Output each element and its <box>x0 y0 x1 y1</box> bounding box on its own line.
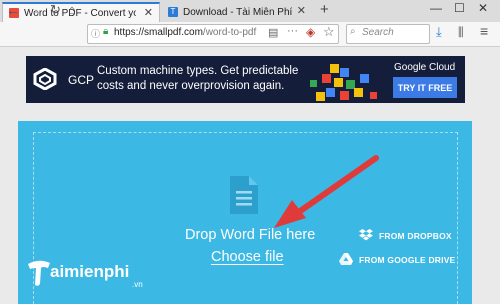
tab-word-to-pdf[interactable]: Word to PDF - Convert your DOC ✕ <box>2 2 160 22</box>
red-arrow-icon <box>274 155 379 228</box>
watermark-suffix: .vn <box>132 280 143 289</box>
watermark-text: aimienphi <box>50 262 130 281</box>
tab-close-icon[interactable]: ✕ <box>144 6 153 19</box>
tab-close-icon[interactable]: ✕ <box>297 4 306 17</box>
reader-view-icon[interactable]: ▤ <box>268 26 278 39</box>
ad-sponsor: Google Cloud <box>394 62 456 73</box>
home-icon[interactable]: ⌂ <box>68 2 76 17</box>
url-text[interactable]: https://smallpdf.com/word-to-pdf <box>114 27 256 38</box>
downloads-icon[interactable]: ⤓ <box>436 24 442 40</box>
reload-icon[interactable]: ↻ <box>50 2 61 18</box>
taimienphi-logo-icon <box>28 260 50 286</box>
more-actions-icon[interactable]: ··· <box>287 25 298 37</box>
close-icon[interactable]: ✕ <box>478 1 488 15</box>
try-it-free-button[interactable]: TRY IT FREE <box>393 77 457 98</box>
from-dropbox-button[interactable]: FROM DROPBOX <box>379 231 452 241</box>
minimize-icon[interactable]: — <box>430 1 442 15</box>
ad-illustration-icon <box>310 64 377 101</box>
bookmark-star-icon[interactable]: ☆ <box>323 24 335 40</box>
url-host: https://smallpdf.com <box>114 27 203 38</box>
forward-icon[interactable]: → <box>28 2 42 18</box>
from-google-drive-button[interactable]: FROM GOOGLE DRIVE <box>359 255 455 265</box>
drop-label: Drop Word File here <box>185 227 316 243</box>
search-icon: ⌕ <box>350 26 356 37</box>
search-placeholder: Search <box>362 27 394 38</box>
ad-copy: Custom machine types. Get predictable co… <box>97 65 299 92</box>
library-icon[interactable]: ⫼ <box>458 25 464 40</box>
new-tab-button[interactable]: + <box>320 1 329 18</box>
dropbox-icon[interactable] <box>359 229 373 241</box>
gcp-logo-icon <box>33 68 57 90</box>
tab-title: Download - Tài Miễn Phí VN - <box>183 6 295 18</box>
word-file-icon <box>230 176 258 214</box>
google-drive-icon[interactable] <box>339 253 353 265</box>
taimienphi-favicon-icon: T <box>168 7 178 17</box>
lock-icon: 🔒︎ <box>103 26 109 37</box>
maximize-icon[interactable]: ☐ <box>454 1 465 15</box>
pocket-icon[interactable]: ◈ <box>306 25 315 39</box>
menu-icon[interactable]: ≡ <box>480 23 488 39</box>
choose-file-link[interactable]: Choose file <box>211 249 284 265</box>
ad-brand: GCP <box>68 73 95 87</box>
info-icon[interactable]: ⓘ <box>91 27 100 40</box>
url-path: /word-to-pdf <box>202 27 257 38</box>
tab-download[interactable]: T Download - Tài Miễn Phí VN - ✕ <box>162 2 312 22</box>
back-icon[interactable]: ← <box>6 2 20 18</box>
